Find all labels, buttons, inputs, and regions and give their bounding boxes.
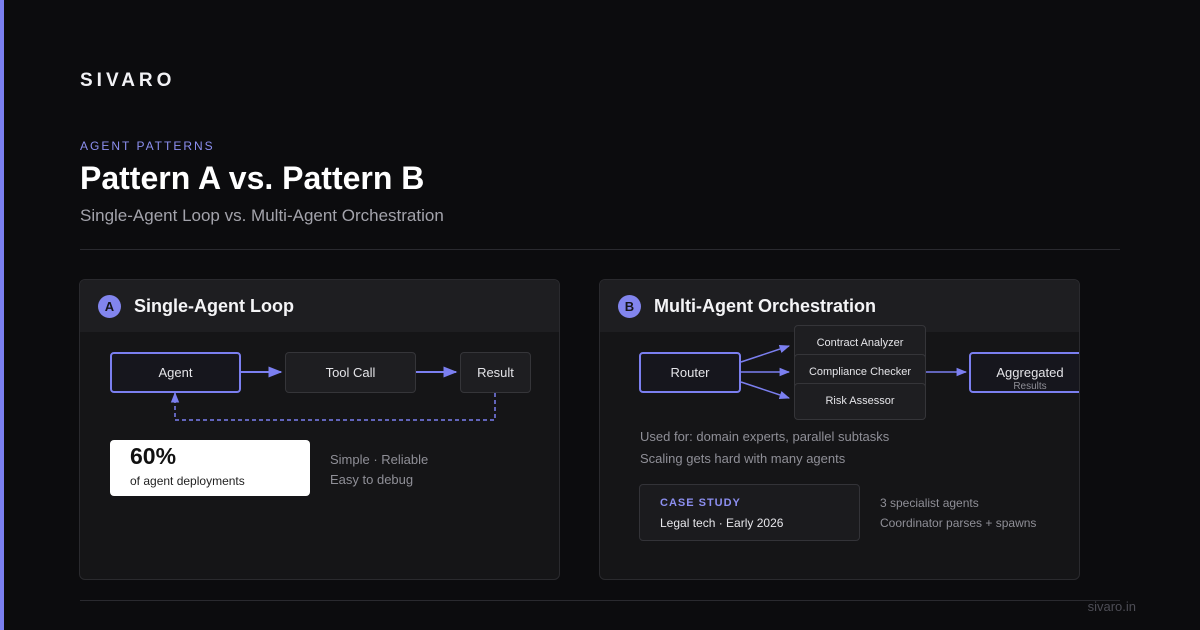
result-loop-arrow [170, 391, 496, 421]
aggregated-label: Aggregated [996, 365, 1064, 380]
pattern-a-connectors [170, 366, 496, 421]
footer-url: sivaro.in [1087, 599, 1136, 614]
page-subtitle: Single-Agent Loop vs. Multi-Agent Orches… [80, 206, 444, 225]
page-title: Pattern A vs. Pattern B [80, 160, 425, 196]
pattern-b-use: Used for: domain experts, parallel subta… [640, 429, 890, 444]
case-note: Coordinator parses + spawns [880, 516, 1037, 530]
top-divider [80, 249, 1120, 250]
pattern-a-note: Easy to debug [330, 472, 414, 487]
risk-assessor-node: Risk Assessor [794, 383, 926, 420]
pattern-a-card: A Single-Agent Loop Agent Tool Call Resu… [79, 279, 560, 580]
result-node: Result [460, 352, 531, 393]
case-study-box: CASE STUDY Legal tech · Early 2026 [639, 484, 860, 541]
case-note: 3 specialist agents [880, 496, 979, 510]
aggregated-sublabel: Results [1013, 381, 1047, 392]
aggregated-node: Aggregated Results [969, 352, 1079, 393]
case-study-label: CASE STUDY [660, 497, 741, 509]
pattern-b-use: Scaling gets hard with many agents [640, 451, 846, 466]
stat-box: 60% of agent deployments [110, 440, 310, 496]
pattern-b-card: B Multi-Agent Orchestration Router Contr… [599, 279, 1080, 580]
router-node: Router [639, 352, 741, 393]
brand-logo: SIVARO [80, 70, 176, 91]
accent-bar [0, 0, 4, 630]
bottom-divider [80, 600, 1120, 601]
router-to-contract-arrow [740, 345, 790, 363]
tool-call-node: Tool Call [285, 352, 416, 393]
agent-node: Agent [110, 352, 241, 393]
pattern-a-note: Simple · Reliable [330, 452, 429, 467]
router-to-risk-arrow [740, 381, 790, 399]
case-study-text: Legal tech · Early 2026 [660, 516, 784, 530]
stat-label: of agent deployments [130, 474, 245, 488]
stat-value: 60% [130, 443, 177, 469]
eyebrow-label: AGENT PATTERNS [80, 139, 215, 153]
